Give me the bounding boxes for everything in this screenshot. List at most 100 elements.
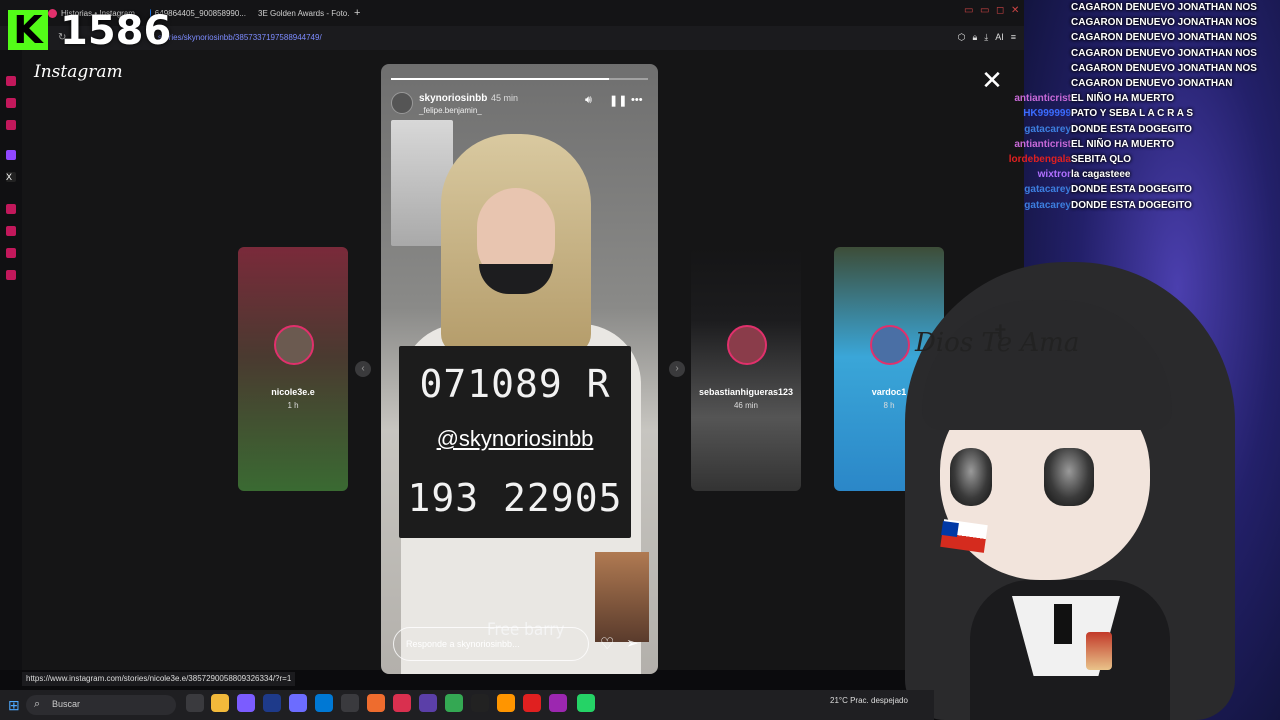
instagram-logo[interactable]: Instagram — [34, 62, 123, 82]
more-options-icon[interactable]: ••• — [631, 94, 643, 106]
instagram-favicon-icon — [48, 8, 57, 18]
chat-username[interactable]: antianticrist — [1014, 139, 1071, 150]
sidebar-app-icon[interactable] — [6, 76, 16, 86]
twitch-icon[interactable] — [6, 150, 16, 160]
screen: Historias • Instagram 649864405_90085899… — [0, 0, 1280, 720]
file-explorer-icon[interactable] — [211, 694, 229, 712]
chat-text: CAGARON DENUEVO JONATHAN — [1071, 78, 1233, 89]
pause-icon[interactable]: ❚❚ — [609, 94, 627, 107]
story-progress-bar — [391, 78, 648, 80]
story-username[interactable]: skynoriosinbb — [419, 93, 487, 104]
tab-golden-awards[interactable]: 3E Golden Awards - Foto... — [254, 4, 350, 22]
vtuber-left-eye — [950, 448, 992, 506]
status-bar-link: https://www.instagram.com/stories/nicole… — [22, 672, 296, 686]
story-time: 45 min — [491, 93, 519, 103]
whatsapp-icon[interactable] — [577, 694, 595, 712]
chat-text: CAGARON DENUEVO JONATHAN NOS — [1071, 47, 1257, 59]
chat-username[interactable]: gatacarey — [1024, 124, 1071, 135]
avatar-hair-text: Dios Te Ama — [915, 328, 1080, 358]
app-icon[interactable] — [549, 694, 567, 712]
previous-story-button[interactable]: ‹ — [355, 361, 371, 377]
app-icon[interactable] — [367, 694, 385, 712]
avatar[interactable] — [391, 92, 413, 114]
chat-text: SEBITA QLO — [1071, 154, 1131, 165]
story-preview-sebastian[interactable]: sebastianhigueras123 46 min — [691, 247, 801, 491]
sidebar-app-icon[interactable] — [6, 98, 16, 108]
preview-time: 46 min — [733, 401, 758, 410]
restore-icon[interactable]: ▭ — [980, 5, 989, 16]
chat-username[interactable]: wixtror — [1038, 169, 1071, 180]
chrome-icon[interactable] — [445, 694, 463, 712]
volume-icon[interactable]: 🔊︎ — [585, 94, 592, 107]
story-header: skynoriosinbb 45 min _felipe.benjamin_ 🔊… — [391, 90, 648, 120]
maximize-icon[interactable]: ◻ — [996, 5, 1004, 16]
story-preview-nicole[interactable]: nicole3e.e 1 h — [238, 247, 348, 491]
windows-taskbar: ⊞ Buscar ⌕ — [0, 690, 934, 720]
chat-text: CAGARON DENUEVO JONATHAN NOS — [1071, 62, 1257, 74]
search-icon: ⌕ — [34, 698, 41, 710]
chat-username[interactable]: gatacarey — [1024, 184, 1071, 195]
board-handle[interactable]: @skynoriosinbb — [399, 426, 631, 452]
preview-username: sebastianhigueras123 — [698, 387, 794, 397]
taskbar-search[interactable]: Buscar — [26, 695, 176, 715]
app-icon[interactable] — [341, 694, 359, 712]
chat-message: CAGARON DENUEVO JONATHAN — [1010, 78, 1280, 93]
like-icon[interactable]: ♡ — [600, 634, 614, 654]
chat-message: CAGARON DENUEVO JONATHAN NOS — [1010, 63, 1280, 78]
stream-chat: CAGARON DENUEVO JONATHAN NOS CAGARON DENU… — [1009, 0, 1280, 215]
app-icon[interactable] — [263, 694, 281, 712]
weather-widget[interactable]: 21°C Prac. despejado — [830, 696, 908, 705]
reply-input[interactable]: Responde a skynoriosinbb... — [393, 627, 589, 661]
close-story-button[interactable]: ✕ — [980, 66, 1004, 94]
chat-message: antianticrist EL NIÑO HA MUERTO — [1010, 93, 1280, 108]
send-icon[interactable]: ➢ — [626, 634, 639, 652]
browser-toolbar: ⬡ 🔒︎ ⤓ AI ≡ — [958, 32, 1016, 43]
chile-flag-canton — [941, 520, 959, 538]
board-line-2: 193 22905 — [407, 476, 623, 520]
chat-message: gatacarey DONDE ESTA DOGEGITO — [1010, 200, 1280, 215]
task-view-icon[interactable] — [186, 694, 204, 712]
chat-username[interactable]: lordebengala — [1009, 154, 1071, 165]
ai-button[interactable]: AI — [995, 32, 1004, 43]
x-icon[interactable]: X — [6, 172, 16, 182]
story-music-credit[interactable]: _felipe.benjamin_ — [419, 106, 482, 115]
opera-icon[interactable] — [523, 694, 541, 712]
app-icon[interactable] — [237, 694, 255, 712]
sidebar-app-icon[interactable] — [6, 248, 16, 258]
jesus-pin-icon — [1086, 632, 1112, 670]
chat-text: EL NIÑO HA MUERTO — [1071, 138, 1175, 150]
minimize-icon[interactable]: ▭ — [964, 5, 973, 16]
sidebar-app-icon[interactable] — [6, 226, 16, 236]
sidebar-app-icon[interactable] — [6, 120, 16, 130]
new-tab-button[interactable]: + — [354, 4, 366, 22]
visual-studio-icon[interactable] — [419, 694, 437, 712]
start-menu-icon[interactable]: ⊞ — [8, 697, 20, 714]
chat-username[interactable]: antianticrist — [1014, 93, 1071, 104]
chat-username[interactable]: gatacarey — [1024, 200, 1071, 211]
app-icon[interactable] — [471, 694, 489, 712]
download-icon[interactable]: ⤓ — [984, 32, 988, 43]
main-story[interactable]: skynoriosinbb 45 min _felipe.benjamin_ 🔊… — [381, 64, 658, 674]
tab-label: 3E Golden Awards - Foto... — [258, 8, 350, 18]
lock-icon[interactable]: 🔒︎ — [972, 32, 977, 43]
sticker-photo — [595, 552, 649, 642]
chat-text: la cagasteee — [1071, 169, 1131, 181]
sidebar-app-icon[interactable] — [6, 204, 16, 214]
vtuber-tie — [1054, 604, 1072, 644]
app-icon[interactable] — [497, 694, 515, 712]
extension-icon[interactable]: ⬡ — [958, 32, 966, 43]
url-field[interactable]: stories/skynoriosinbb/385733719758894474… — [158, 33, 322, 42]
chat-text: CAGARON DENUEVO JONATHAN NOS — [1071, 2, 1257, 13]
chat-text: PATO Y SEBA L A C R A S — [1071, 108, 1194, 120]
chat-message: gatacarey DONDE ESTA DOGEGITO — [1010, 184, 1280, 199]
chat-username[interactable]: HK999999 — [1023, 108, 1071, 119]
app-icon[interactable] — [289, 694, 307, 712]
app-icon[interactable] — [393, 694, 411, 712]
chat-message: CAGARON DENUEVO JONATHAN NOS — [1010, 2, 1280, 17]
settings-icon[interactable] — [6, 270, 16, 280]
chat-text: EL NIÑO HA MUERTO — [1071, 93, 1175, 105]
next-story-button[interactable]: › — [669, 361, 685, 377]
chat-message: CAGARON DENUEVO JONATHAN NOS — [1010, 48, 1280, 63]
edge-icon[interactable] — [315, 694, 333, 712]
chat-message: antianticrist EL NIÑO HA MUERTO — [1010, 139, 1280, 154]
